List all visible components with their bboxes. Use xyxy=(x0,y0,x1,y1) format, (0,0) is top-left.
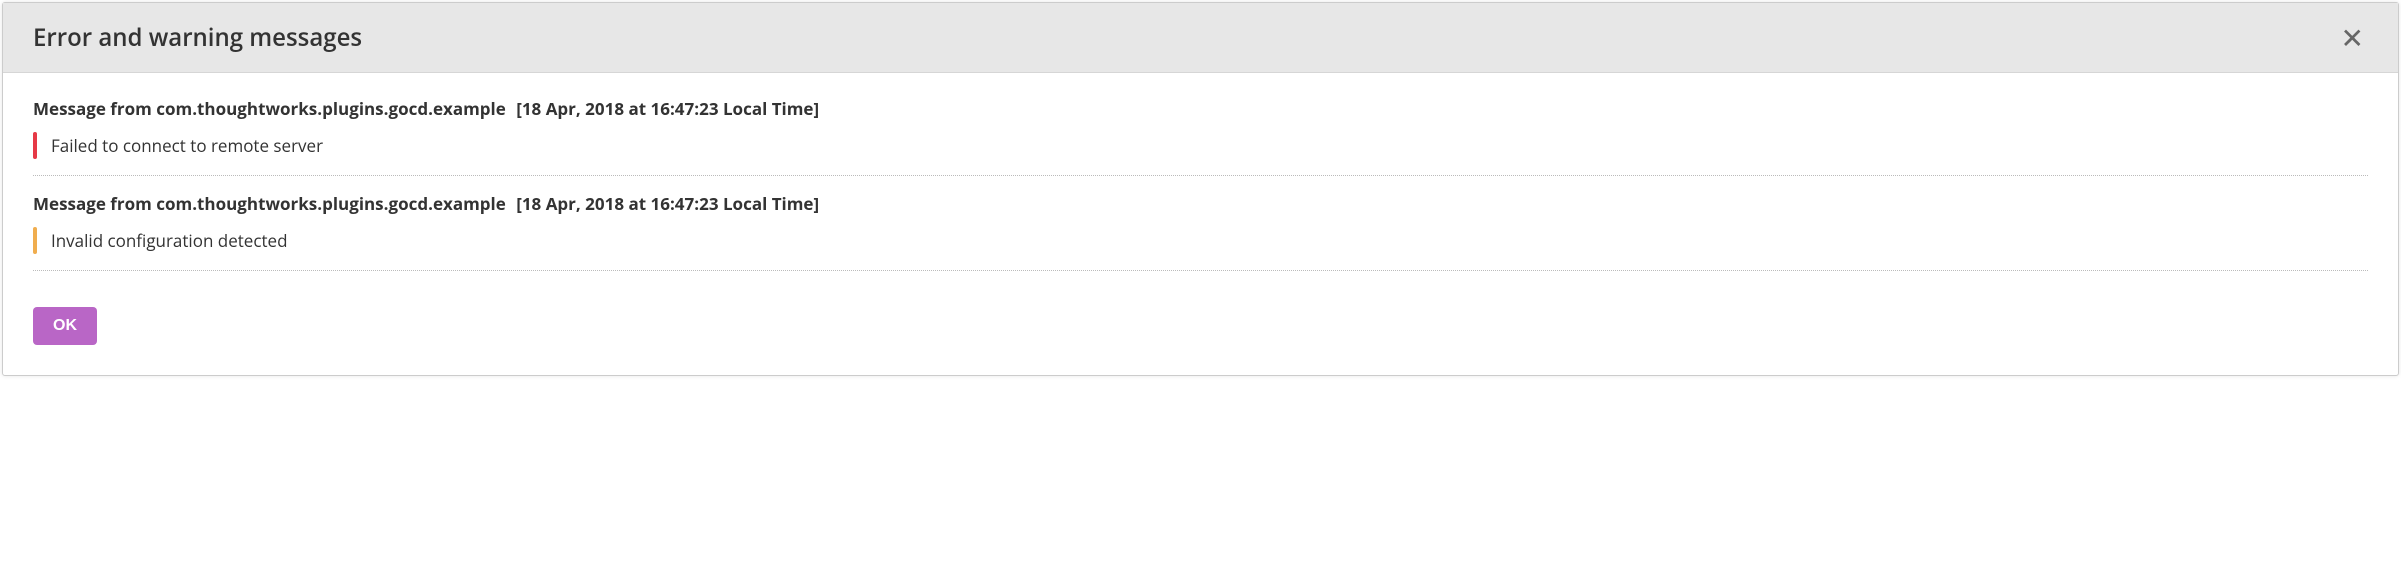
message-detail: Failed to connect to remote server xyxy=(33,132,2368,159)
message-header: Message from com.thoughtworks.plugins.go… xyxy=(33,97,2368,120)
dialog-body: Message from com.thoughtworks.plugins.go… xyxy=(3,73,2398,375)
severity-bar-error xyxy=(33,132,37,159)
message-from-label: Message from com.thoughtworks.plugins.go… xyxy=(33,192,510,215)
message-timestamp: [18 Apr, 2018 at 16:47:23 Local Time] xyxy=(516,97,819,120)
message-item: Message from com.thoughtworks.plugins.go… xyxy=(33,192,2368,271)
severity-bar-warning xyxy=(33,227,37,254)
message-text: Failed to connect to remote server xyxy=(51,132,323,159)
dialog-title: Error and warning messages xyxy=(33,21,362,54)
close-icon[interactable]: ✕ xyxy=(2337,24,2368,52)
message-item: Message from com.thoughtworks.plugins.go… xyxy=(33,97,2368,176)
message-from-label: Message from com.thoughtworks.plugins.go… xyxy=(33,97,510,120)
message-header: Message from com.thoughtworks.plugins.go… xyxy=(33,192,2368,215)
message-text: Invalid configuration detected xyxy=(51,227,288,254)
dialog-header: Error and warning messages ✕ xyxy=(3,3,2398,73)
error-warning-dialog: Error and warning messages ✕ Message fro… xyxy=(2,2,2399,376)
message-timestamp: [18 Apr, 2018 at 16:47:23 Local Time] xyxy=(516,192,819,215)
ok-button[interactable]: OK xyxy=(33,307,97,345)
message-detail: Invalid configuration detected xyxy=(33,227,2368,254)
